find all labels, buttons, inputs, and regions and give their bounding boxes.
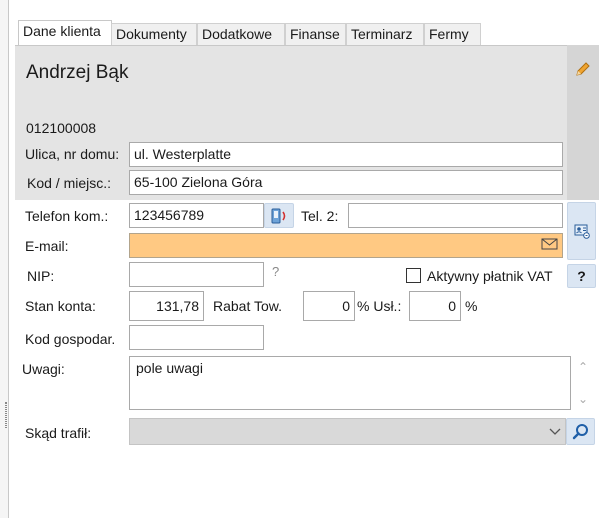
contact-card-icon <box>574 224 590 239</box>
city-field[interactable]: 65-100 Zielona Góra <box>129 170 563 195</box>
discount-goods-field[interactable]: 0 <box>303 291 355 321</box>
client-code: 012100008 <box>26 120 97 136</box>
phone-icon <box>271 208 286 223</box>
tab-dokumenty[interactable]: Dokumenty <box>111 23 197 46</box>
tel2-field[interactable] <box>348 203 563 228</box>
client-name: Andrzej Bąk <box>26 62 129 83</box>
chevron-down-icon[interactable] <box>548 425 562 437</box>
mobile-label: Telefon kom.: <box>25 208 109 224</box>
left-panel-edge <box>0 0 9 518</box>
nip-field[interactable] <box>129 262 264 287</box>
tel2-label: Tel. 2: <box>301 208 339 224</box>
tab-terminarz[interactable]: Terminarz <box>346 23 424 46</box>
discount-services-field[interactable]: 0 <box>409 291 461 321</box>
street-field[interactable]: ul. Westerplatte <box>129 142 563 167</box>
search-icon <box>572 423 588 439</box>
notes-scroll-up-icon[interactable]: ⌃ <box>578 360 588 374</box>
city-label: Kod / miejsc.: <box>27 175 112 191</box>
discount-services-label: % Usł.: <box>357 298 402 314</box>
contact-card-button[interactable] <box>567 202 596 260</box>
balance-label: Stan konta: <box>25 298 96 314</box>
notes-textarea[interactable]: pole uwagi <box>129 356 571 410</box>
discount-label: Rabat Tow. <box>213 298 283 314</box>
percent-label: % <box>465 298 478 314</box>
nip-label: NIP: <box>27 268 55 284</box>
tab-fermy[interactable]: Fermy <box>424 23 481 46</box>
mobile-field[interactable]: 123456789 <box>129 203 264 228</box>
source-select[interactable] <box>129 418 566 445</box>
email-field[interactable] <box>129 233 563 258</box>
nip-help-icon[interactable]: ? <box>272 264 279 279</box>
tab-finanse[interactable]: Finanse <box>285 23 346 46</box>
street-label: Ulica, nr domu: <box>25 146 120 162</box>
pencil-icon[interactable] <box>573 60 593 80</box>
source-label: Skąd trafił: <box>25 425 92 441</box>
farm-code-label: Kod gospodar. <box>25 331 116 347</box>
tab-dane-klienta[interactable]: Dane klienta <box>18 20 112 46</box>
notes-scroll-down-icon[interactable]: ⌄ <box>578 392 588 406</box>
farm-code-field[interactable] <box>129 325 264 350</box>
notes-label: Uwagi: <box>22 361 65 377</box>
phone-sms-button[interactable] <box>264 203 294 228</box>
vat-label: Aktywny płatnik VAT <box>427 268 553 284</box>
vat-checkbox[interactable] <box>406 268 421 283</box>
email-label: E-mail: <box>25 238 69 254</box>
envelope-icon[interactable] <box>541 237 559 251</box>
tab-dodatkowe[interactable]: Dodatkowe <box>197 23 285 46</box>
source-search-button[interactable] <box>566 418 595 445</box>
tab-bar: Dane klienta Dokumenty Dodatkowe Finanse… <box>15 0 599 46</box>
balance-field[interactable]: 131,78 <box>129 291 204 321</box>
splitter-grip[interactable] <box>5 402 7 428</box>
help-button[interactable]: ? <box>567 264 596 288</box>
